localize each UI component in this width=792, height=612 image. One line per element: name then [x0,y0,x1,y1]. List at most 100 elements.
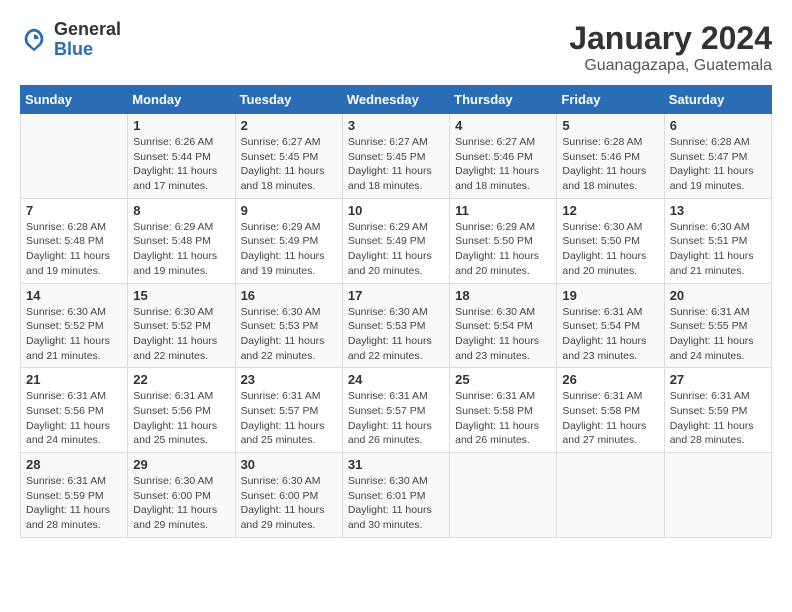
day-info: Sunrise: 6:29 AMSunset: 5:49 PMDaylight:… [348,220,444,279]
day-info: Sunrise: 6:31 AMSunset: 5:54 PMDaylight:… [562,305,658,364]
calendar-cell [557,453,664,538]
calendar-cell: 2Sunrise: 6:27 AMSunset: 5:45 PMDaylight… [235,114,342,199]
day-number: 22 [133,372,229,387]
calendar-cell: 25 Sunrise: 6:31 AMSunset: 5:58 PMDayligh… [450,368,557,453]
month-title: January 2024 [569,20,772,57]
day-number: 10 [348,203,444,218]
day-info: Sunrise: 6:30 AMSunset: 5:51 PMDaylight:… [670,220,766,279]
day-number: 7 [26,203,122,218]
day-info: Sunrise: 6:26 AMSunset: 5:44 PMDaylight:… [133,135,229,194]
title-area: January 2024 Guanagazapa, Guatemala [569,20,772,75]
calendar-cell: 24 Sunrise: 6:31 AMSunset: 5:57 PMDayligh… [342,368,449,453]
day-info: Sunrise: 6:30 AMSunset: 6:00 PMDaylight:… [241,474,337,533]
day-number: 28 [26,457,122,472]
calendar-cell: 28 Sunrise: 6:31 AMSunset: 5:59 PMDayligh… [21,453,128,538]
week-row-3: 14 Sunrise: 6:30 AMSunset: 5:52 PMDayligh… [21,283,772,368]
day-number: 20 [670,288,766,303]
day-info: Sunrise: 6:31 AMSunset: 5:58 PMDaylight:… [455,389,551,448]
day-number: 15 [133,288,229,303]
day-info: Sunrise: 6:29 AMSunset: 5:48 PMDaylight:… [133,220,229,279]
day-info: Sunrise: 6:30 AMSunset: 5:52 PMDaylight:… [133,305,229,364]
calendar-cell: 4Sunrise: 6:27 AMSunset: 5:46 PMDaylight… [450,114,557,199]
day-info: Sunrise: 6:30 AMSunset: 5:50 PMDaylight:… [562,220,658,279]
calendar-cell: 10 Sunrise: 6:29 AMSunset: 5:49 PMDayligh… [342,198,449,283]
day-info: Sunrise: 6:27 AMSunset: 5:45 PMDaylight:… [241,135,337,194]
calendar-cell: 6 Sunrise: 6:28 AMSunset: 5:47 PMDaylight… [664,114,771,199]
day-number: 23 [241,372,337,387]
day-number: 17 [348,288,444,303]
day-number: 14 [26,288,122,303]
calendar-cell: 19 Sunrise: 6:31 AMSunset: 5:54 PMDayligh… [557,283,664,368]
calendar-cell: 15 Sunrise: 6:30 AMSunset: 5:52 PMDayligh… [128,283,235,368]
week-row-1: 1Sunrise: 6:26 AMSunset: 5:44 PMDaylight… [21,114,772,199]
calendar-cell: 31Sunrise: 6:30 AMSunset: 6:01 PMDayligh… [342,453,449,538]
calendar-cell: 20 Sunrise: 6:31 AMSunset: 5:55 PMDayligh… [664,283,771,368]
day-info: Sunrise: 6:30 AMSunset: 5:54 PMDaylight:… [455,305,551,364]
day-number: 24 [348,372,444,387]
calendar-header: SundayMondayTuesdayWednesdayThursdayFrid… [21,86,772,114]
day-number: 12 [562,203,658,218]
calendar-cell: 1Sunrise: 6:26 AMSunset: 5:44 PMDaylight… [128,114,235,199]
day-number: 21 [26,372,122,387]
header-day-monday: Monday [128,86,235,114]
week-row-2: 7 Sunrise: 6:28 AMSunset: 5:48 PMDaylight… [21,198,772,283]
day-info: Sunrise: 6:28 AMSunset: 5:47 PMDaylight:… [670,135,766,194]
calendar-cell: 5 Sunrise: 6:28 AMSunset: 5:46 PMDaylight… [557,114,664,199]
logo-text: General Blue [54,20,121,60]
calendar-cell: 26Sunrise: 6:31 AMSunset: 5:58 PMDayligh… [557,368,664,453]
week-row-4: 21 Sunrise: 6:31 AMSunset: 5:56 PMDayligh… [21,368,772,453]
calendar-cell: 27 Sunrise: 6:31 AMSunset: 5:59 PMDayligh… [664,368,771,453]
calendar-cell [450,453,557,538]
header-day-thursday: Thursday [450,86,557,114]
day-number: 4 [455,118,551,133]
day-info: Sunrise: 6:31 AMSunset: 5:57 PMDaylight:… [241,389,337,448]
calendar-table: SundayMondayTuesdayWednesdayThursdayFrid… [20,85,772,538]
calendar-cell: 17 Sunrise: 6:30 AMSunset: 5:53 PMDayligh… [342,283,449,368]
day-number: 6 [670,118,766,133]
day-info: Sunrise: 6:28 AMSunset: 5:46 PMDaylight:… [562,135,658,194]
day-info: Sunrise: 6:29 AMSunset: 5:49 PMDaylight:… [241,220,337,279]
day-info: Sunrise: 6:31 AMSunset: 5:55 PMDaylight:… [670,305,766,364]
calendar-cell: 11 Sunrise: 6:29 AMSunset: 5:50 PMDayligh… [450,198,557,283]
day-info: Sunrise: 6:31 AMSunset: 5:58 PMDaylight:… [562,389,658,448]
location-title: Guanagazapa, Guatemala [569,57,772,75]
header-day-sunday: Sunday [21,86,128,114]
day-number: 31 [348,457,444,472]
day-info: Sunrise: 6:31 AMSunset: 5:59 PMDaylight:… [26,474,122,533]
day-info: Sunrise: 6:31 AMSunset: 5:56 PMDaylight:… [26,389,122,448]
day-number: 13 [670,203,766,218]
day-number: 25 [455,372,551,387]
day-number: 9 [241,203,337,218]
calendar-cell [664,453,771,538]
header-day-saturday: Saturday [664,86,771,114]
day-info: Sunrise: 6:31 AMSunset: 5:56 PMDaylight:… [133,389,229,448]
calendar-cell: 18 Sunrise: 6:30 AMSunset: 5:54 PMDayligh… [450,283,557,368]
day-info: Sunrise: 6:28 AMSunset: 5:48 PMDaylight:… [26,220,122,279]
calendar-cell: 29Sunrise: 6:30 AMSunset: 6:00 PMDayligh… [128,453,235,538]
calendar-cell: 3Sunrise: 6:27 AMSunset: 5:45 PMDaylight… [342,114,449,199]
calendar-body: 1Sunrise: 6:26 AMSunset: 5:44 PMDaylight… [21,114,772,538]
day-number: 27 [670,372,766,387]
page-header: General Blue January 2024 Guanagazapa, G… [20,20,772,75]
calendar-cell: 23 Sunrise: 6:31 AMSunset: 5:57 PMDayligh… [235,368,342,453]
header-day-friday: Friday [557,86,664,114]
calendar-cell: 9 Sunrise: 6:29 AMSunset: 5:49 PMDaylight… [235,198,342,283]
day-number: 29 [133,457,229,472]
logo: General Blue [20,20,121,60]
calendar-cell: 16Sunrise: 6:30 AMSunset: 5:53 PMDayligh… [235,283,342,368]
day-number: 5 [562,118,658,133]
calendar-cell: 14Sunrise: 6:30 AMSunset: 5:52 PMDayligh… [21,283,128,368]
day-number: 18 [455,288,551,303]
day-number: 11 [455,203,551,218]
day-info: Sunrise: 6:30 AMSunset: 5:53 PMDaylight:… [348,305,444,364]
day-info: Sunrise: 6:31 AMSunset: 5:59 PMDaylight:… [670,389,766,448]
calendar-cell: 7 Sunrise: 6:28 AMSunset: 5:48 PMDaylight… [21,198,128,283]
week-row-5: 28 Sunrise: 6:31 AMSunset: 5:59 PMDayligh… [21,453,772,538]
header-day-tuesday: Tuesday [235,86,342,114]
day-info: Sunrise: 6:31 AMSunset: 5:57 PMDaylight:… [348,389,444,448]
day-info: Sunrise: 6:29 AMSunset: 5:50 PMDaylight:… [455,220,551,279]
header-day-wednesday: Wednesday [342,86,449,114]
day-number: 30 [241,457,337,472]
day-number: 19 [562,288,658,303]
day-number: 16 [241,288,337,303]
